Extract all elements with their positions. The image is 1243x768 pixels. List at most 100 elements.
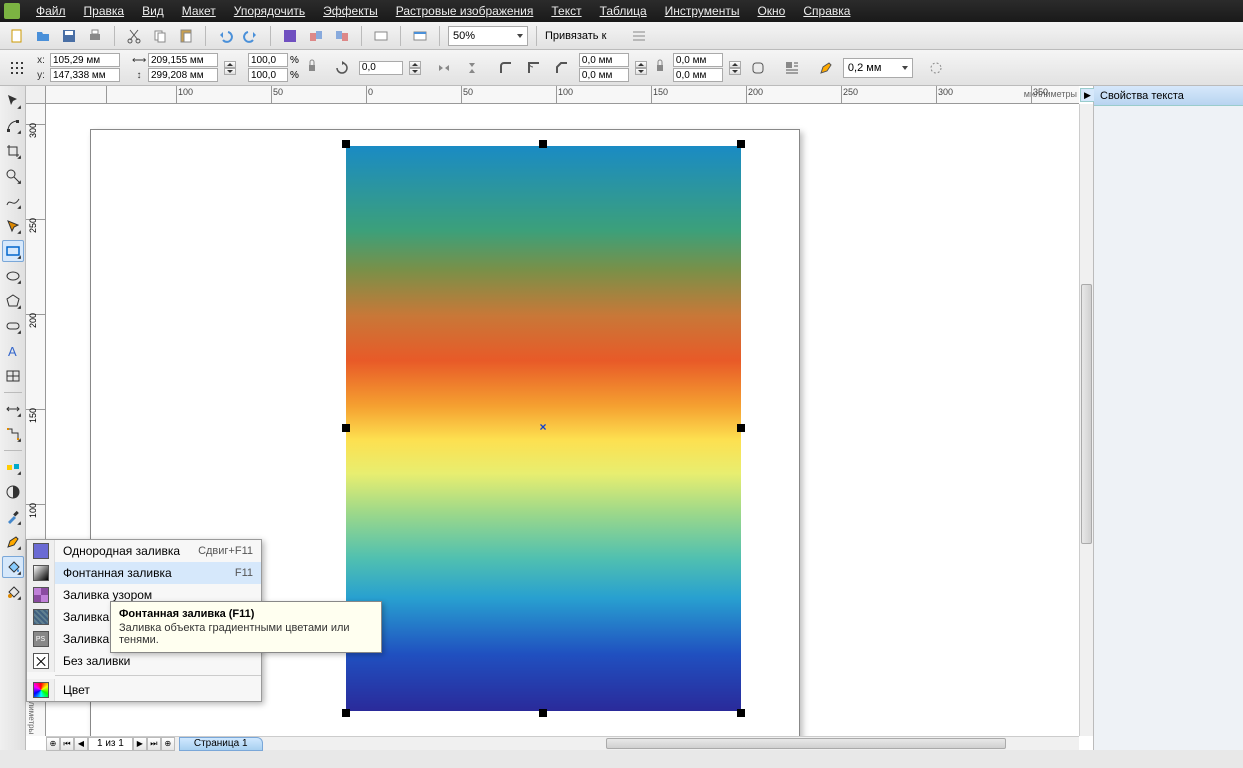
welcome-button[interactable] (409, 25, 431, 47)
corner-round-button[interactable] (495, 57, 517, 79)
publish-button[interactable] (331, 25, 353, 47)
hscroll-thumb[interactable] (606, 738, 1006, 749)
outline-pen-tool[interactable] (2, 531, 24, 553)
handle-tc[interactable] (539, 140, 547, 148)
last-page-button[interactable]: ⏭ (147, 737, 161, 751)
corner-y1-input[interactable]: 0,0 мм (579, 68, 629, 82)
ruler-origin[interactable] (26, 86, 46, 104)
crop-tool[interactable] (2, 140, 24, 162)
corner-scallop-button[interactable] (523, 57, 545, 79)
app-launcher-button[interactable] (370, 25, 392, 47)
dimension-tool[interactable] (2, 398, 24, 420)
color-docker-item[interactable]: Цвет (27, 679, 261, 701)
page-tab-1[interactable]: Страница 1 (179, 737, 263, 751)
copy-button[interactable] (149, 25, 171, 47)
mirror-v-button[interactable] (461, 57, 483, 79)
new-button[interactable] (6, 25, 28, 47)
corner-y2-input[interactable]: 0,0 мм (673, 68, 723, 82)
corner-x1-input[interactable]: 0,0 мм (579, 53, 629, 67)
menu-file[interactable]: Файл (28, 2, 74, 20)
menu-view[interactable]: Вид (134, 2, 172, 20)
freehand-tool[interactable] (2, 190, 24, 212)
horizontal-ruler[interactable]: миллиметры 10050050100150200250300350 (46, 86, 1079, 104)
size-spinners[interactable] (224, 61, 236, 75)
export-button[interactable] (305, 25, 327, 47)
menu-text[interactable]: Текст (543, 2, 589, 20)
transparency-tool[interactable] (2, 481, 24, 503)
vscroll-thumb[interactable] (1081, 284, 1092, 544)
handle-tl[interactable] (342, 140, 350, 148)
wrap-text-button[interactable] (781, 57, 803, 79)
table-tool[interactable] (2, 365, 24, 387)
corner-lock-button[interactable] (653, 54, 667, 82)
blend-tool[interactable] (2, 456, 24, 478)
corner-chamfer-button[interactable] (551, 57, 573, 79)
polygon-tool[interactable] (2, 290, 24, 312)
handle-bl[interactable] (342, 709, 350, 717)
y-input[interactable]: 147,338 мм (50, 68, 120, 82)
smart-fill-tool[interactable] (2, 215, 24, 237)
undo-button[interactable] (214, 25, 236, 47)
menu-effects[interactable]: Эффекты (315, 2, 386, 20)
angle-input[interactable]: 0,0 (359, 61, 403, 75)
pick-tool[interactable] (2, 90, 24, 112)
paste-button[interactable] (175, 25, 197, 47)
handle-tr[interactable] (737, 140, 745, 148)
menu-arrange[interactable]: Упорядочить (226, 2, 313, 20)
eyedropper-tool[interactable] (2, 506, 24, 528)
fill-tool[interactable] (2, 556, 24, 578)
ellipse-tool[interactable] (2, 265, 24, 287)
lock-ratio-button[interactable] (305, 54, 319, 82)
handle-bc[interactable] (539, 709, 547, 717)
menu-help[interactable]: Справка (795, 2, 858, 20)
uniform-fill-item[interactable]: Однородная заливка Сдвиг+F11 (27, 540, 261, 562)
scale-y-input[interactable]: 100,0 (248, 68, 288, 82)
save-button[interactable] (58, 25, 80, 47)
to-curves-button[interactable] (925, 57, 947, 79)
zoom-tool[interactable] (2, 165, 24, 187)
add-page-button[interactable]: ⊕ (46, 737, 60, 751)
menu-window[interactable]: Окно (749, 2, 793, 20)
redo-button[interactable] (240, 25, 262, 47)
snap-dropdown[interactable] (610, 25, 624, 47)
handle-mr[interactable] (737, 424, 745, 432)
fountain-fill-item[interactable]: Фонтанная заливка F11 (27, 562, 261, 584)
object-origin-button[interactable] (6, 57, 28, 79)
x-input[interactable]: 105,29 мм (50, 53, 120, 67)
open-button[interactable] (32, 25, 54, 47)
mirror-h-button[interactable] (433, 57, 455, 79)
text-tool[interactable]: A (2, 340, 24, 362)
handle-ml[interactable] (342, 424, 350, 432)
docker-collapse-button[interactable]: ▶ (1080, 88, 1094, 102)
basic-shapes-tool[interactable] (2, 315, 24, 337)
interactive-fill-tool[interactable] (2, 581, 24, 603)
selection-center-icon[interactable]: × (538, 422, 548, 432)
relative-corner-button[interactable] (747, 57, 769, 79)
next-page-button[interactable]: ▶ (133, 737, 147, 751)
menu-layout[interactable]: Макет (174, 2, 224, 20)
scale-x-input[interactable]: 100,0 (248, 53, 288, 67)
print-button[interactable] (84, 25, 106, 47)
width-input[interactable]: 209,155 мм (148, 53, 218, 67)
first-page-button[interactable]: ⏮ (60, 737, 74, 751)
height-input[interactable]: 299,208 мм (148, 68, 218, 82)
add-page-after-button[interactable]: ⊕ (161, 737, 175, 751)
prev-page-button[interactable]: ◀ (74, 737, 88, 751)
import-button[interactable] (279, 25, 301, 47)
outline-width-combo[interactable]: 0,2 мм (843, 58, 913, 78)
menu-tools[interactable]: Инструменты (657, 2, 748, 20)
menu-edit[interactable]: Правка (76, 2, 133, 20)
vertical-scrollbar[interactable] (1079, 104, 1093, 736)
menu-table[interactable]: Таблица (592, 2, 655, 20)
shape-tool[interactable] (2, 115, 24, 137)
rectangle-tool[interactable] (2, 240, 24, 262)
snap-options-button[interactable] (628, 25, 650, 47)
no-fill-item[interactable]: Без заливки (27, 650, 261, 672)
menu-bitmaps[interactable]: Растровые изображения (388, 2, 542, 20)
zoom-combo[interactable]: 50% (448, 26, 528, 46)
corner-x2-input[interactable]: 0,0 мм (673, 53, 723, 67)
docker-title[interactable]: Свойства текста (1094, 86, 1243, 106)
cut-button[interactable] (123, 25, 145, 47)
angle-spinners[interactable] (409, 61, 421, 75)
handle-br[interactable] (737, 709, 745, 717)
